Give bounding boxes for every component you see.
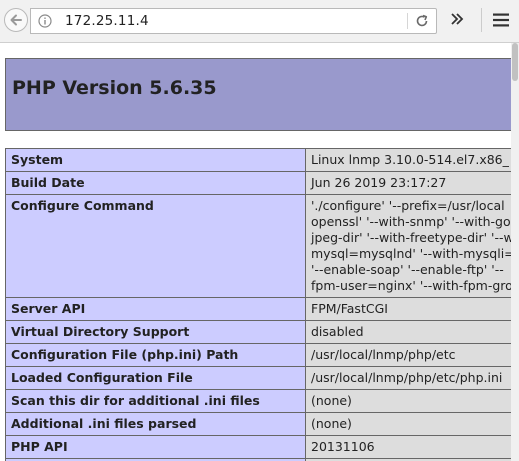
- table-row: PHP API 20131106: [5, 435, 511, 459]
- url-divider: [407, 13, 408, 29]
- row-value-line: mysql=mysqlnd' '--with-mysqli=: [311, 246, 511, 261]
- php-header: PHP Version 5.6.35: [5, 58, 511, 131]
- row-value-line: /usr/local/lnmp/php/etc/php.ini: [311, 370, 503, 385]
- row-value: 20131106: [305, 435, 511, 459]
- row-value-line: FPM/FastCGI: [311, 301, 388, 316]
- hamburger-menu-icon[interactable]: [492, 12, 510, 28]
- row-value: Linux lnmp 3.10.0-514.el7.x86_: [305, 148, 511, 172]
- info-icon[interactable]: [38, 14, 52, 28]
- row-value: disabled: [305, 320, 511, 344]
- table-row: Loaded Configuration File/usr/local/lnmp…: [5, 366, 511, 390]
- row-key: Loaded Configuration File: [5, 366, 306, 390]
- row-value: './configure' '--prefix=/usr/local openss…: [305, 194, 511, 298]
- row-value-line: /usr/local/lnmp/php/etc: [311, 347, 456, 362]
- php-info-table: System Linux lnmp 3.10.0-514.el7.x86_ Buil…: [5, 148, 511, 461]
- row-key: System: [5, 148, 306, 172]
- table-row: Scan this dir for additional .ini files (…: [5, 389, 511, 413]
- row-value-line: disabled: [311, 324, 364, 339]
- scrollbar-thumb[interactable]: [512, 43, 518, 81]
- table-row: Build Date Jun 26 2019 23:17:27: [5, 171, 511, 195]
- row-value: /usr/local/lnmp/php/etc: [305, 343, 511, 367]
- table-row: Configuration File (php.ini) Path/usr/lo…: [5, 343, 511, 367]
- row-value: FPM/FastCGI: [305, 297, 511, 321]
- row-value: (none): [305, 389, 511, 413]
- url-text[interactable]: 172.25.11.4: [65, 13, 149, 29]
- row-value-line: openssl' '--with-snmp' '--with-go: [311, 214, 511, 229]
- row-key: Additional .ini files parsed: [5, 412, 306, 436]
- row-value: Jun 26 2019 23:17:27: [305, 171, 511, 195]
- row-key: Configuration File (php.ini) Path: [5, 343, 306, 367]
- address-bar[interactable]: 172.25.11.4: [30, 8, 437, 34]
- page-content: PHP Version 5.6.35 System Linux lnmp 3.10…: [0, 43, 511, 461]
- page-title: PHP Version 5.6.35: [12, 77, 217, 99]
- overflow-chevron-icon[interactable]: [449, 11, 465, 27]
- reload-icon[interactable]: [414, 13, 430, 29]
- row-value: (none): [305, 412, 511, 436]
- row-value-line: (none): [311, 416, 352, 431]
- table-row: Additional .ini files parsed (none): [5, 412, 511, 436]
- row-key: Build Date: [5, 171, 306, 195]
- back-button[interactable]: [4, 8, 28, 32]
- row-value-line: Linux lnmp 3.10.0-514.el7.x86_: [311, 152, 509, 167]
- row-key: PHP API: [5, 435, 306, 459]
- browser-toolbar: 172.25.11.4: [0, 0, 519, 43]
- row-value-line: fpm-user=nginx' '--with-fpm-gro: [311, 278, 511, 293]
- row-value-line: jpeg-dir' '--with-freetype-dir' '--w: [311, 230, 511, 245]
- row-value-line: (none): [311, 393, 352, 408]
- row-value-line: '--enable-soap' '--enable-ftp' '--: [311, 262, 504, 277]
- vertical-scrollbar[interactable]: [511, 43, 519, 461]
- table-row: Configure Command './configure' '--prefix…: [5, 194, 511, 298]
- row-key: Scan this dir for additional .ini files: [5, 389, 306, 413]
- row-key: Virtual Directory Support: [5, 320, 306, 344]
- row-key: Configure Command: [5, 194, 306, 298]
- row-key: Server API: [5, 297, 306, 321]
- row-value: /usr/local/lnmp/php/etc/php.ini: [305, 366, 511, 390]
- back-arrow-icon: [10, 14, 22, 26]
- row-value-line: Jun 26 2019 23:17:27: [311, 175, 447, 190]
- row-value-line: './configure' '--prefix=/usr/local: [311, 198, 505, 213]
- table-row: Server API FPM/FastCGI: [5, 297, 511, 321]
- toolbar-divider: [481, 8, 482, 32]
- table-row: System Linux lnmp 3.10.0-514.el7.x86_: [5, 148, 511, 172]
- row-value-line: 20131106: [311, 439, 375, 454]
- table-row: Virtual Directory Support disabled: [5, 320, 511, 344]
